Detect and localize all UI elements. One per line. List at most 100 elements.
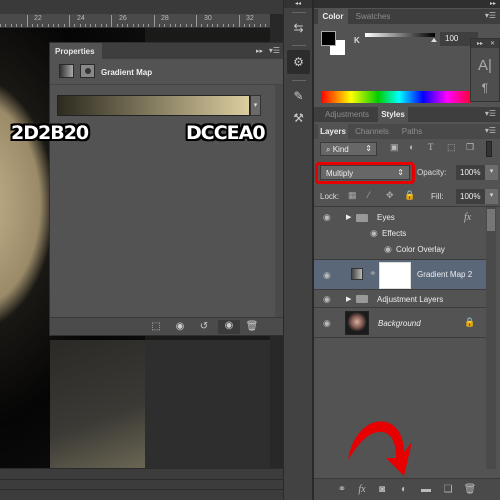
history-icon[interactable]: ⇆ [287,16,310,40]
tab-channels[interactable]: Channels [350,124,394,139]
pixel-filter-icon[interactable]: ▣ [390,142,399,153]
shape-filter-icon[interactable]: ⬚ [447,142,456,153]
delete-layer-icon[interactable]: 🗑 [462,484,478,495]
eye-icon[interactable]: ◉ [323,318,331,329]
ruler-label: 24 [77,15,85,22]
slider-thumb[interactable] [431,38,437,42]
layer-name[interactable]: Eyes [377,213,395,222]
layer-row-gradient-map[interactable]: ◉ ⚭ Gradient Map 2 [314,260,486,290]
layer-row-background[interactable]: ◉ Background 🔒 [314,308,486,338]
opacity-input[interactable]: 100% [456,165,486,180]
layer-name[interactable]: Background [378,319,421,328]
layer-row-eyes[interactable]: ◉ ▶ Eyes fx ◉ Effects ◉ Color Overlay [314,208,486,260]
layer-name[interactable]: Gradient Map 2 [417,270,472,279]
clip-to-layer-icon[interactable]: ⬚ [148,321,164,332]
adjustments-tabs: Adjustments Styles ▾☰ [314,107,500,122]
chevron-down-icon[interactable]: ▾ [485,165,498,180]
tab-color[interactable]: Color [318,9,348,24]
ruler-tick [137,24,139,27]
lock-image-icon[interactable]: ⁄ [368,190,370,200]
eye-icon[interactable]: ◉ [384,244,392,255]
color-spectrum[interactable] [321,91,471,103]
mini-panel-header: ▸▸ ✕ [471,39,499,48]
panel-menu-icon[interactable]: ▾☰ [485,109,496,118]
foreground-color-swatch[interactable] [321,31,336,46]
lock-transparent-icon[interactable]: ▦ [348,190,357,201]
tab-styles[interactable]: Styles [378,107,408,122]
ruler-tick [90,24,92,27]
adjustment-filter-icon[interactable]: ◐ [409,142,414,152]
tab-layers[interactable]: Layers [318,124,348,139]
horizontal-ruler: 22 24 26 28 30 32 [0,14,270,28]
new-layer-icon[interactable]: ❏ [440,484,456,495]
filter-toggle[interactable] [486,141,492,157]
ruler-tick [143,24,145,27]
tab-swatches[interactable]: Swatches [350,9,396,24]
close-icon[interactable]: ✕ [490,40,495,47]
ruler-tick [190,24,192,27]
type-filter-icon[interactable]: T [428,142,434,152]
double-arrow-right-icon[interactable]: ▸▸ [256,47,263,55]
add-style-icon[interactable]: fx [354,484,370,495]
panel-menu-icon[interactable]: ▾☰ [485,11,496,20]
ruler-tick [31,24,33,27]
blend-mode-select[interactable]: Multiply ⇕ [320,165,410,180]
eye-icon[interactable]: ◉ [323,294,331,305]
lock-position-icon[interactable]: ✥ [386,190,394,201]
link-icon[interactable]: ⚭ [369,268,377,279]
character-icon[interactable]: A| [471,57,499,74]
tab-properties[interactable]: Properties [50,43,102,59]
canvas-pasteboard [145,340,270,468]
properties-icon[interactable]: ⚙ [287,50,310,74]
ruler-tick [63,24,65,27]
tab-paths[interactable]: Paths [396,124,428,139]
properties-panel: Properties ▸▸ ▾☰ Gradient Map ▾ ⬚ ◉ ↺ ◉ … [49,42,286,336]
ruler-tick [106,24,107,27]
fill-input[interactable]: 100% [456,189,486,204]
eye-icon[interactable]: ◉ [323,270,331,281]
ruler-tick [249,24,251,27]
lock-icon[interactable]: 🔒 [464,317,475,328]
ruler-tick [47,24,49,27]
gradient-map-icon[interactable] [59,64,74,78]
delete-icon[interactable]: 🗑 [244,321,260,332]
ruler-tick [174,24,176,27]
eye-icon[interactable]: ◉ [370,228,378,239]
scrollbar-thumb[interactable] [487,209,495,231]
dock-collapse-button[interactable]: ◂◂ [284,0,312,8]
expand-triangle-icon[interactable]: ▶ [346,213,351,221]
view-previous-state-icon[interactable]: ◉ [172,321,188,332]
new-group-icon[interactable]: ▬ [418,484,434,495]
expand-triangle-icon[interactable]: ▶ [346,295,351,303]
ruler-tick [159,24,160,27]
brush-presets-icon[interactable]: ✎ [287,84,310,108]
reset-icon[interactable]: ↺ [196,321,212,332]
fx-icon[interactable]: fx [464,212,471,223]
annotation-arrow [348,421,412,476]
smart-object-filter-icon[interactable]: ❐ [466,142,474,153]
link-layers-icon[interactable]: ⚭ [334,484,350,495]
tab-adjustments[interactable]: Adjustments [318,107,376,122]
eye-icon[interactable]: ◉ [323,212,331,223]
k-slider[interactable] [365,33,435,37]
layer-mask-icon[interactable] [80,64,95,78]
layer-row-adjustment-layers[interactable]: ◉ ▶ Adjustment Layers [314,290,486,308]
layer-mask-thumbnail[interactable] [379,262,411,289]
layers-scrollbar[interactable] [486,207,496,469]
add-mask-icon[interactable]: ◙ [374,484,390,495]
gradient-picker[interactable] [57,95,250,116]
toggle-visibility-icon[interactable]: ◉ [218,320,240,334]
panel-menu-icon[interactable]: ▾☰ [485,126,496,135]
blend-mode-value: Multiply [326,169,354,178]
layer-name[interactable]: Adjustment Layers [377,295,443,304]
tool-presets-icon[interactable]: ⚒ [287,106,310,130]
new-adjustment-layer-icon[interactable]: ◐ [396,484,412,495]
panel-menu-icon[interactable]: ▾☰ [269,46,280,55]
ruler-tick [100,24,102,27]
chevron-down-icon[interactable]: ▾ [250,95,261,116]
paragraph-icon[interactable]: ¶ [471,81,499,95]
chevron-down-icon[interactable]: ▾ [485,189,498,204]
filter-kind-select[interactable]: ⌕ Kind ⇕ [320,142,377,156]
lock-all-icon[interactable]: 🔒 [404,190,415,201]
panel-collapse-bar[interactable]: ▸▸ [314,0,500,8]
